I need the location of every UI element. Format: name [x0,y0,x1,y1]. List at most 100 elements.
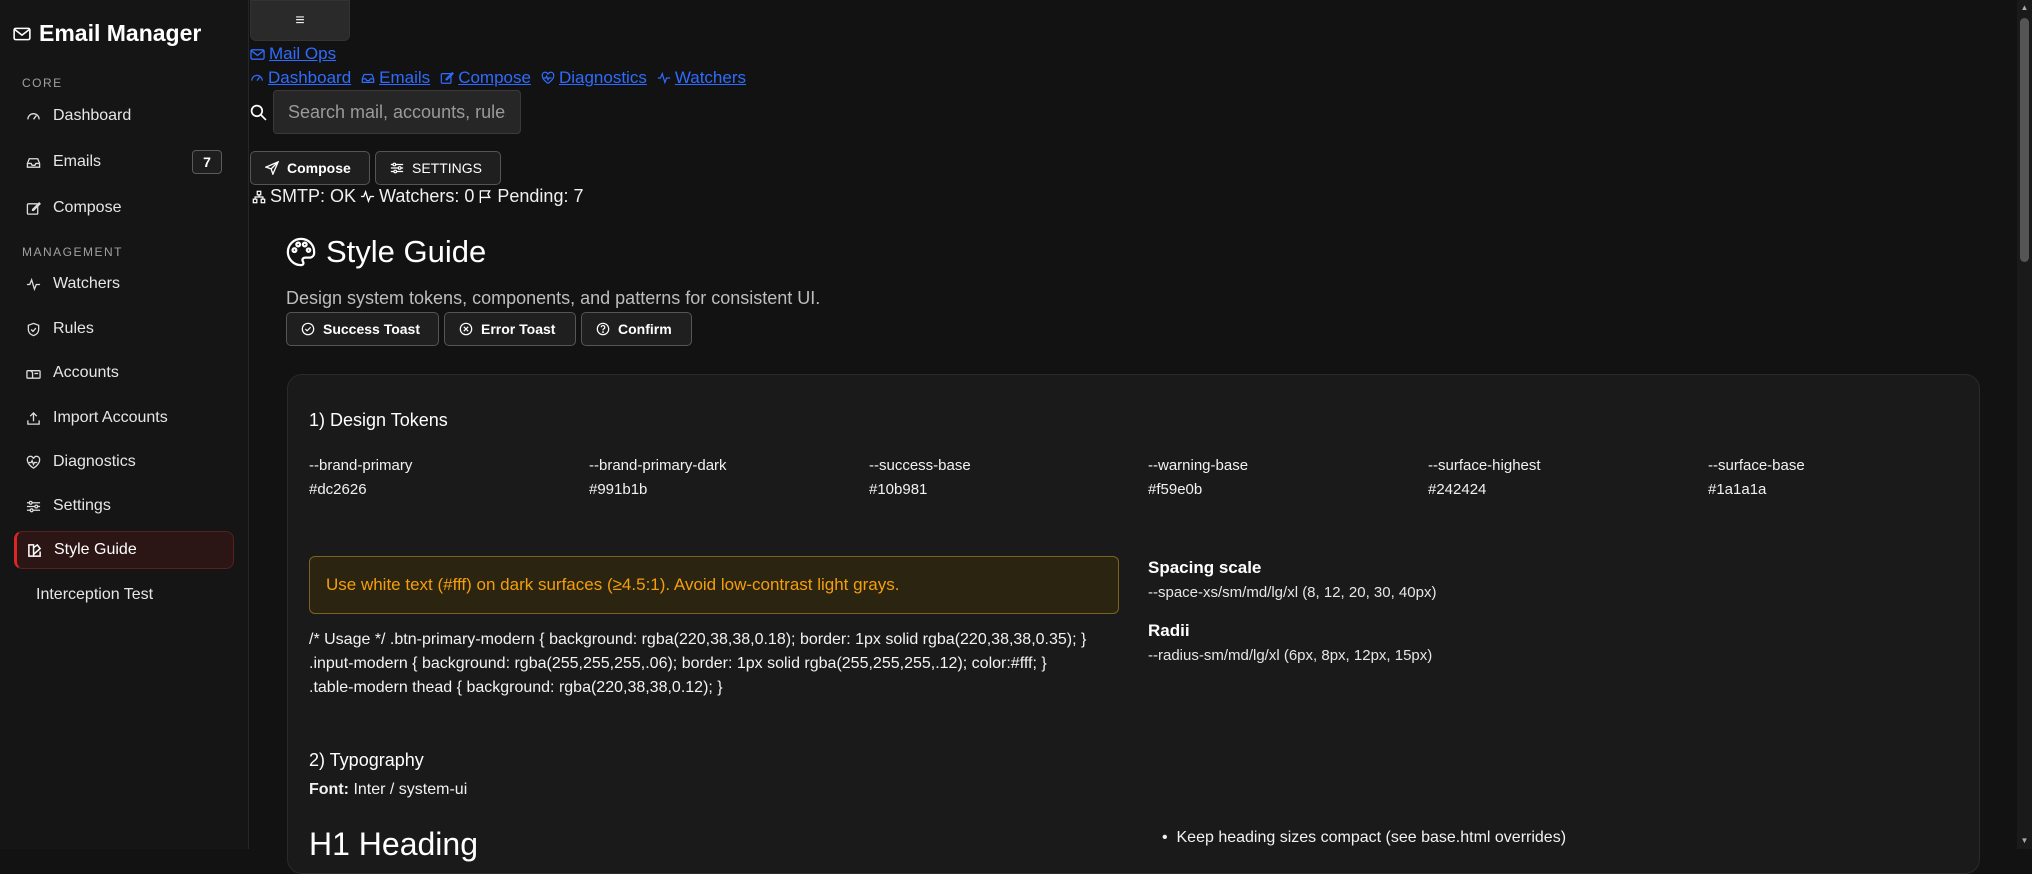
sidebar-item-dashboard[interactable]: Dashboard [14,97,234,135]
token-name: --surface-base [1708,457,1805,474]
activity-icon [26,277,41,291]
sidebar-toggle-button[interactable]: ≡ [250,0,350,41]
activity-icon [657,71,670,85]
page-subtitle: Design system tokens, components, and pa… [286,288,821,308]
spacing-scale-text: --space-xs/sm/md/lg/xl (8, 12, 20, 30, 4… [1148,584,1437,601]
top-nav: Dashboard Emails Compose Diagnostics Wat… [250,68,752,88]
nav-link-diagnostics[interactable]: Diagnostics [541,68,647,88]
sidebar-item-settings[interactable]: Settings [14,487,234,525]
palette-icon [286,237,316,267]
scroll-up-arrow-icon[interactable]: ▲ [2018,2,2031,14]
sidebar-item-interception-test[interactable]: Interception Test [36,586,153,604]
error-toast-button[interactable]: Error Toast [444,312,576,346]
search-icon [250,104,267,121]
token-value: #f59e0b [1148,481,1203,498]
typography-guideline-item: • Keep heading sizes compact (see base.h… [1162,829,1567,846]
sidebar-item-label: Diagnostics [53,453,136,470]
sidebar-item-label: Settings [53,497,111,514]
gauge-icon [251,74,263,81]
sidebar-item-label: Compose [53,199,122,216]
token-value: #242424 [1428,481,1487,498]
sidebar-item-label: Rules [53,320,94,337]
section-label-management: MANAGEMENT [22,245,124,259]
token-name: --success-base [869,457,971,474]
sidebar-item-compose[interactable]: Compose [14,189,234,227]
contrast-warning-alert: Use white text (#fff) on dark surfaces (… [309,556,1119,614]
palette-icon [28,543,42,557]
typography-heading: 2) Typography [309,750,424,770]
radii-heading: Radii [1148,621,1190,640]
nav-link-compose[interactable]: Compose [440,68,531,88]
app-brand[interactable]: Email Manager [13,20,201,47]
nav-link-watchers[interactable]: Watchers [657,68,746,88]
gauge-icon [27,112,40,120]
sidebar-item-label: Watchers [53,275,120,292]
sliders-icon [390,162,404,174]
shield-icon [27,322,40,336]
inbox-icon [26,157,41,168]
smtp-status: SMTP: OK [270,186,357,206]
radii-text: --radius-sm/md/lg/xl (6px, 8px, 12px, 15… [1148,647,1433,664]
brand-link-row: Mail Ops [250,44,342,64]
nav-link-dashboard[interactable]: Dashboard [250,68,351,88]
confirm-button[interactable]: Confirm [581,312,692,346]
scroll-down-arrow-icon[interactable]: ▼ [2018,835,2031,847]
sidebar-item-diagnostics[interactable]: Diagnostics [14,443,234,481]
sidebar-item-style-guide[interactable]: Style Guide [14,531,234,569]
pencil-square-icon [26,201,41,215]
token-value: #1a1a1a [1708,481,1767,498]
sidebar-item-label: Style Guide [54,541,137,558]
search-bar [250,90,521,134]
search-input[interactable] [273,90,521,134]
sidebar: Email Manager CORE Dashboard Emails 7 Co… [0,0,249,849]
app-title: Email Manager [39,20,202,46]
x-circle-icon [459,322,473,336]
status-bar: SMTP: OK Watchers: 0 Pending: 7 [252,186,583,207]
design-tokens-heading: 1) Design Tokens [309,410,448,430]
activity-icon [360,189,375,204]
sidebar-item-label: Accounts [53,364,119,381]
sidebar-item-emails[interactable]: Emails 7 [14,143,234,181]
font-family-line: Font: Inter / system-ui [309,781,468,798]
sidebar-item-rules[interactable]: Rules [14,310,234,348]
diagram-icon [252,190,266,203]
check-circle-icon [301,322,315,336]
flag-icon [480,190,492,204]
token-name: --brand-primary-dark [589,457,727,474]
sidebar-item-label: Emails [53,153,102,170]
scrollbar-thumb[interactable] [2020,18,2029,262]
usage-code-sample: /* Usage */ .btn-primary-modern { backgr… [309,631,1087,696]
h1-heading-sample: H1 Heading [309,826,478,862]
token-name: --warning-base [1148,457,1249,474]
pencil-square-icon [440,71,455,84]
token-value: #991b1b [589,481,648,498]
mail-ops-link[interactable]: Mail Ops [250,44,336,64]
token-name: --surface-highest [1428,457,1541,474]
sidebar-item-label: Import Accounts [53,409,168,426]
sidebar-item-accounts[interactable]: Accounts [14,354,234,392]
sliders-icon [26,500,41,512]
envelope-paper-icon [13,27,31,40]
emails-count-badge: 7 [192,150,222,174]
sidebar-item-import-accounts[interactable]: Import Accounts [14,399,234,437]
style-guide-card [287,374,1980,874]
sidebar-item-watchers[interactable]: Watchers [14,265,234,303]
sidebar-item-label: Dashboard [53,107,132,124]
settings-button[interactable]: SETTINGS [375,151,501,185]
hamburger-icon: ≡ [295,11,305,29]
watchers-status: Watchers: 0 [379,186,475,206]
question-circle-icon [596,322,610,336]
upload-icon [27,411,40,425]
token-value: #10b981 [869,481,928,498]
nav-link-emails[interactable]: Emails [361,68,430,88]
pending-status: Pending: 7 [497,186,584,206]
success-toast-button[interactable]: Success Toast [286,312,439,346]
envelope-icon [250,48,265,60]
page-title: Style Guide [286,234,486,270]
section-label-core: CORE [22,76,63,90]
heart-pulse-icon [26,455,41,469]
send-icon [265,161,279,175]
inbox-icon [361,73,375,83]
compose-button[interactable]: Compose [250,151,370,185]
spacing-scale-heading: Spacing scale [1148,558,1262,577]
